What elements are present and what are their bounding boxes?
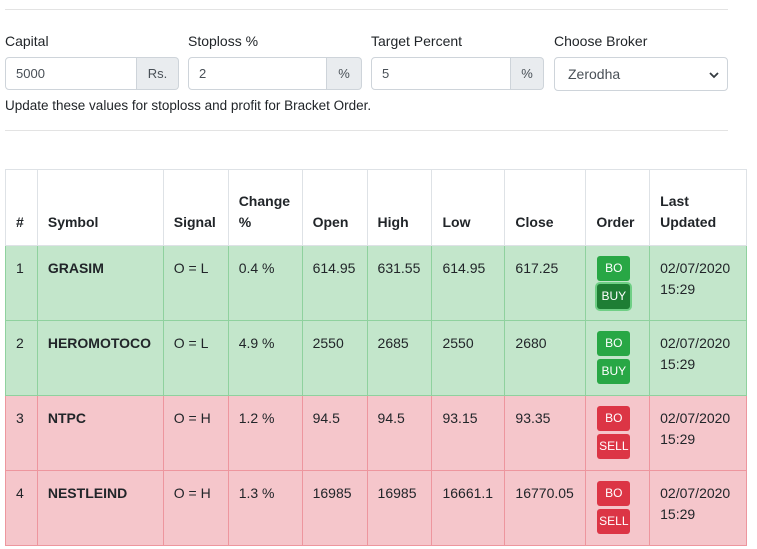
row-date: 02/07/2020 (660, 485, 731, 501)
header-updated-line1: Last (660, 193, 689, 209)
header-signal: Signal (162, 169, 229, 246)
capital-input-group: 5000 Rs. (5, 57, 179, 90)
row-low: 2550 (431, 320, 506, 396)
row-close: 93.35 (504, 395, 587, 471)
sell-button[interactable]: SELL (597, 434, 631, 459)
row-signal: O = L (162, 245, 229, 321)
target-input-group: 5 % (371, 57, 544, 90)
row-date: 02/07/2020 (660, 260, 731, 276)
row-open: 94.5 (301, 395, 368, 471)
row-open: 16985 (301, 470, 368, 546)
table-header-row: # Symbol Signal Change% Open High Low Cl… (5, 169, 747, 246)
table-row: 1 GRASIM O = L 0.4 % 614.95 631.55 614.9… (5, 245, 747, 321)
row-close: 617.25 (504, 245, 587, 321)
row-time: 15:29 (660, 281, 696, 297)
row-date: 02/07/2020 (660, 335, 731, 351)
capital-input[interactable]: 5000 (5, 57, 137, 90)
buy-button[interactable]: BUY (597, 359, 631, 384)
row-signal: O = H (162, 470, 229, 546)
table-row: 3 NTPC O = H 1.2 % 94.5 94.5 93.15 93.35… (5, 395, 747, 471)
row-change: 0.4 % (227, 245, 303, 321)
row-change: 1.3 % (227, 470, 303, 546)
row-symbol: NTPC (36, 395, 164, 471)
target-addon: % (511, 57, 544, 90)
row-symbol: NESTLEIND (36, 470, 164, 546)
row-num: 1 (5, 245, 38, 321)
row-num: 4 (5, 470, 38, 546)
broker-select[interactable]: Zerodha (554, 57, 728, 91)
row-order: BO BUY (585, 245, 651, 321)
row-symbol: GRASIM (36, 245, 164, 321)
header-change-line1: Change (238, 193, 291, 209)
chevron-down-icon (709, 72, 719, 79)
row-change: 4.9 % (227, 320, 303, 396)
target-input[interactable]: 5 (371, 57, 511, 90)
row-time: 15:29 (660, 356, 696, 372)
stoploss-addon: % (327, 57, 362, 90)
table-row: 2 HEROMOTOCO O = L 4.9 % 2550 2685 2550 … (5, 320, 747, 396)
help-text: Update these values for stoploss and pro… (5, 98, 372, 113)
header-num: # (5, 169, 38, 246)
row-num: 2 (5, 320, 38, 396)
top-divider (5, 9, 728, 10)
header-open: Open (301, 169, 368, 246)
broker-select-value: Zerodha (568, 66, 621, 82)
capital-label: Capital (5, 33, 49, 49)
row-low: 16661.1 (431, 470, 506, 546)
broker-label: Choose Broker (554, 33, 648, 49)
header-updated: Last Updated (649, 169, 747, 246)
header-updated-line2: Updated (660, 214, 717, 230)
row-num: 3 (5, 395, 38, 471)
row-order: BO BUY (585, 320, 651, 396)
row-signal: O = H (162, 395, 229, 471)
stoploss-input-group: 2 % (188, 57, 362, 90)
bo-button[interactable]: BO (597, 331, 631, 356)
row-updated: 02/07/2020 15:29 (649, 470, 747, 546)
row-open: 614.95 (301, 245, 368, 321)
header-high: High (366, 169, 433, 246)
bo-button[interactable]: BO (597, 406, 631, 431)
capital-addon: Rs. (137, 57, 179, 90)
signals-table: # Symbol Signal Change% Open High Low Cl… (5, 169, 747, 546)
row-change: 1.2 % (227, 395, 303, 471)
stoploss-label: Stoploss % (188, 33, 259, 49)
row-updated: 02/07/2020 15:29 (649, 245, 747, 321)
header-change: Change% (227, 169, 303, 246)
row-updated: 02/07/2020 15:29 (649, 320, 747, 396)
row-date: 02/07/2020 (660, 410, 731, 426)
target-label: Target Percent (371, 33, 463, 49)
header-symbol: Symbol (36, 169, 164, 246)
row-high: 631.55 (366, 245, 433, 321)
row-close: 16770.05 (504, 470, 587, 546)
row-high: 16985 (366, 470, 433, 546)
row-high: 2685 (366, 320, 433, 396)
row-low: 93.15 (431, 395, 506, 471)
bo-button[interactable]: BO (597, 481, 631, 506)
header-change-line2: % (238, 214, 252, 230)
buy-button[interactable]: BUY (597, 284, 631, 309)
bo-button[interactable]: BO (597, 256, 631, 281)
row-time: 15:29 (660, 506, 696, 522)
table-row: 4 NESTLEIND O = H 1.3 % 16985 16985 1666… (5, 470, 747, 546)
row-close: 2680 (504, 320, 587, 396)
row-time: 15:29 (660, 431, 696, 447)
row-high: 94.5 (366, 395, 433, 471)
row-order: BO SELL (585, 395, 651, 471)
stoploss-input[interactable]: 2 (188, 57, 327, 90)
header-close: Close (504, 169, 587, 246)
row-open: 2550 (301, 320, 368, 396)
row-order: BO SELL (585, 470, 651, 546)
row-signal: O = L (162, 320, 229, 396)
row-low: 614.95 (431, 245, 506, 321)
row-updated: 02/07/2020 15:29 (649, 395, 747, 471)
header-low: Low (431, 169, 506, 246)
header-order: Order (585, 169, 651, 246)
bottom-divider (5, 130, 728, 131)
sell-button[interactable]: SELL (597, 509, 631, 534)
row-symbol: HEROMOTOCO (36, 320, 164, 396)
